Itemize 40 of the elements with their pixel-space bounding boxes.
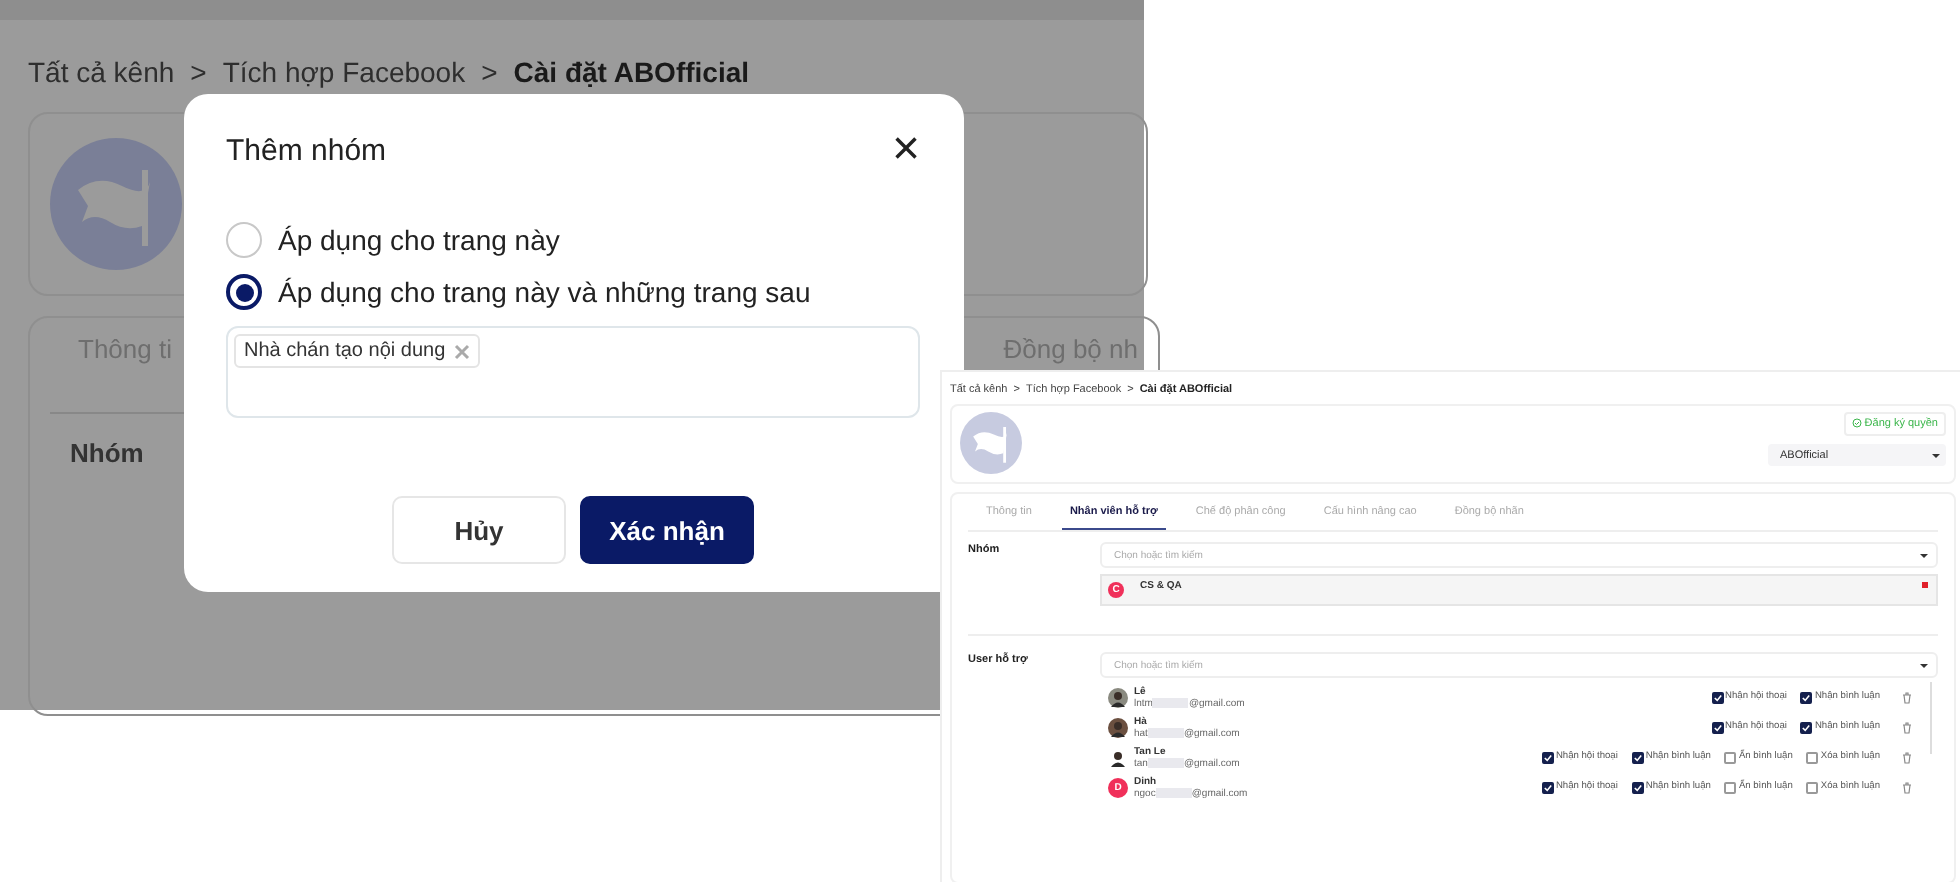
checkbox[interactable] (1800, 721, 1813, 733)
dialog-title: Thêm nhóm (226, 133, 387, 167)
close-button[interactable]: × (891, 130, 920, 170)
checkbox[interactable] (1806, 751, 1819, 763)
trash-icon[interactable] (1902, 751, 1912, 763)
checkbox[interactable] (1800, 691, 1813, 703)
breadcrumb-item[interactable]: Tất cả kênh (28, 56, 175, 88)
checkbox[interactable] (1631, 781, 1644, 793)
caret-icon (1920, 553, 1928, 557)
checkbox[interactable] (1724, 751, 1737, 763)
radio-label: Áp dụng cho trang này và những trang sau (278, 276, 811, 308)
checkbox[interactable] (1541, 751, 1554, 763)
avatar (1108, 717, 1128, 737)
flag-avatar-icon (50, 134, 182, 274)
breadcrumb-item: Cài đặt ABOfficial (513, 56, 750, 88)
checkbox[interactable] (1711, 721, 1724, 733)
caret-icon (1920, 663, 1928, 667)
tag-input-field[interactable]: Nhà chán tạo nội dung (226, 326, 920, 418)
radio-button[interactable] (226, 274, 262, 310)
field-label: Nhóm (70, 438, 146, 468)
trash-icon[interactable] (1902, 691, 1912, 703)
avatar (1108, 687, 1128, 707)
close-icon[interactable] (453, 343, 470, 359)
checkbox[interactable] (1541, 781, 1554, 793)
tag: Nhà chán tạo nội dung (234, 334, 480, 368)
breadcrumb-item[interactable]: Tích hợp Facebook (222, 56, 466, 88)
checkbox[interactable] (1711, 691, 1724, 703)
trash-icon[interactable] (1902, 781, 1912, 793)
checkbox[interactable] (1806, 781, 1819, 793)
cancel-button[interactable]: Hủy (392, 496, 566, 564)
checkbox[interactable] (1631, 751, 1644, 763)
radio-label: Áp dụng cho trang này (278, 224, 560, 256)
checkbox[interactable] (1724, 781, 1737, 793)
flag-avatar-icon (960, 412, 1022, 474)
trash-icon[interactable] (1902, 721, 1912, 733)
avatar (1108, 747, 1128, 767)
breadcrumb-separator: > (190, 56, 207, 88)
caret-icon (1932, 453, 1940, 457)
confirm-button[interactable]: Xác nhận (580, 496, 754, 564)
breadcrumb-separator: > (481, 56, 498, 88)
